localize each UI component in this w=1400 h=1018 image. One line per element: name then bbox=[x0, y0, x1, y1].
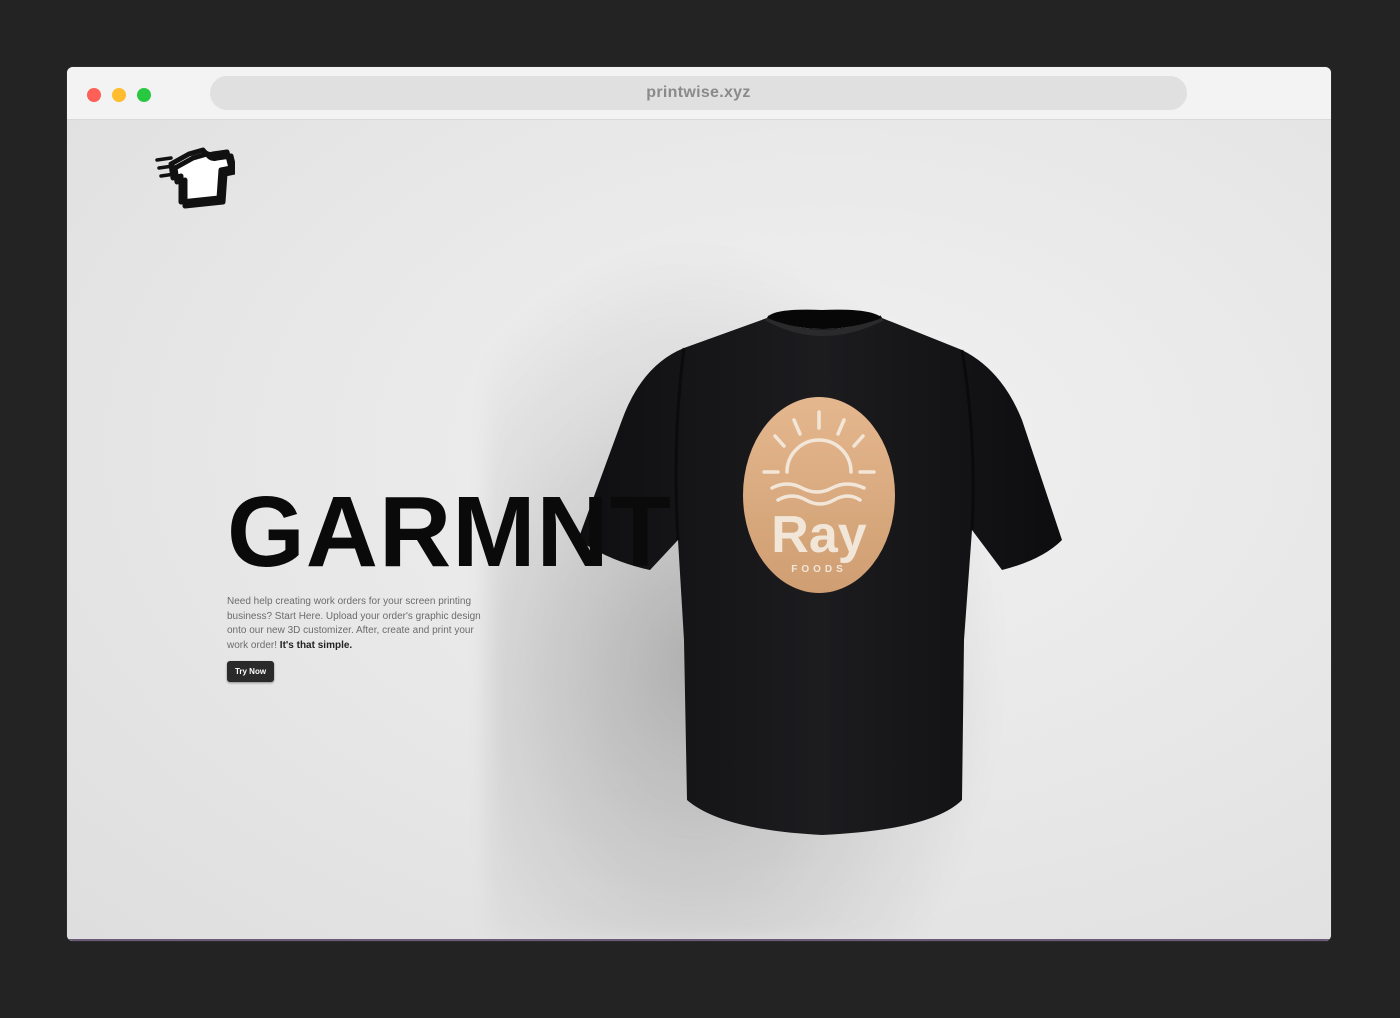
minimize-window-button[interactable] bbox=[112, 88, 126, 102]
badge-brand-text: Ray bbox=[771, 506, 866, 564]
browser-window: printwise.xyz Ray FOODS GARMNT Need help… bbox=[67, 67, 1331, 941]
tshirt-speed-logo-icon[interactable] bbox=[155, 140, 235, 212]
page-title: GARMNT bbox=[227, 476, 672, 588]
maximize-window-button[interactable] bbox=[137, 88, 151, 102]
hero-description-text: Need help creating work orders for your … bbox=[227, 596, 481, 651]
hero-description: Need help creating work orders for your … bbox=[227, 595, 489, 653]
try-now-button[interactable]: Try Now bbox=[227, 661, 274, 682]
ray-foods-badge: Ray FOODS bbox=[743, 397, 895, 593]
page-content: Ray FOODS GARMNT Need help creating work… bbox=[67, 120, 1331, 941]
browser-titlebar: printwise.xyz bbox=[67, 67, 1331, 120]
badge-subtitle-text: FOODS bbox=[791, 564, 847, 575]
url-text: printwise.xyz bbox=[646, 84, 751, 101]
hero-description-emphasis: It's that simple. bbox=[279, 639, 353, 651]
close-window-button[interactable] bbox=[87, 88, 101, 102]
address-bar[interactable]: printwise.xyz bbox=[210, 76, 1187, 110]
window-bottom-edge bbox=[67, 939, 1331, 941]
